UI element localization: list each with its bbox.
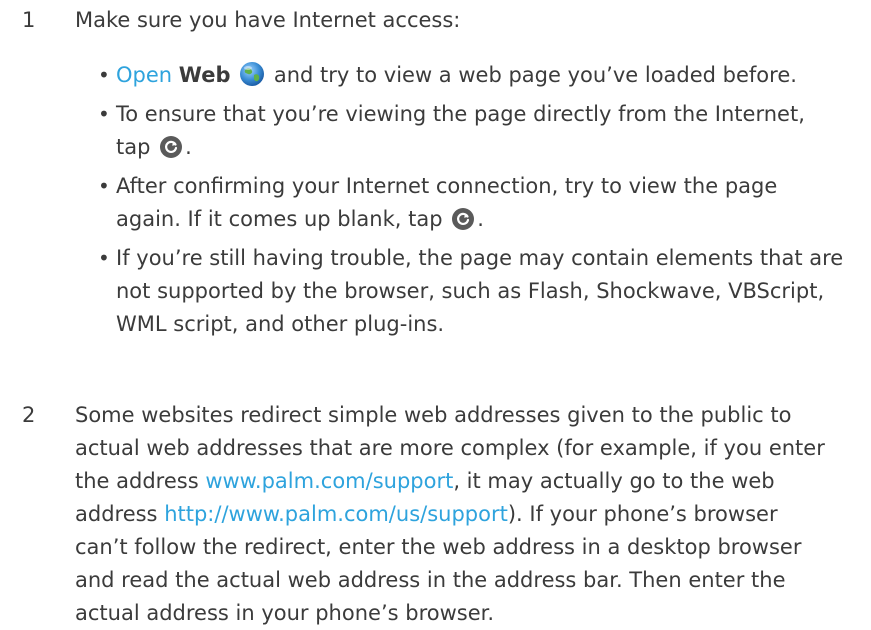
- refresh-icon: [159, 135, 183, 159]
- bullet-dot: •: [98, 174, 110, 198]
- paragraph-text: ). If your phone’s browser: [507, 502, 778, 526]
- open-link[interactable]: Open: [116, 63, 172, 87]
- paragraph-text: address: [75, 502, 165, 526]
- bullet-item: • Open Web and try to view a web page yo…: [98, 59, 850, 92]
- paragraph-text: can’t follow the redirect, enter the web…: [75, 535, 802, 559]
- support-link[interactable]: www.palm.com/support: [205, 469, 453, 493]
- bullet-dot: •: [98, 102, 110, 126]
- paragraph-text: actual address in your phone’s browser.: [75, 601, 495, 625]
- bullet-text-end: .: [185, 135, 192, 159]
- step-paragraph: Some websites redirect simple web addres…: [75, 399, 845, 630]
- bullet-dot: •: [98, 246, 110, 270]
- step-number: 2: [22, 403, 36, 427]
- bullet-text: To ensure that you’re viewing the page d…: [116, 102, 805, 126]
- step-text: Make sure you have Internet access:: [75, 8, 461, 32]
- step-1-bullet-list: • Open Web and try to view a web page yo…: [98, 59, 850, 347]
- bullet-item: • To ensure that you’re viewing the page…: [98, 98, 850, 164]
- bullet-text: not supported by the browser, such as Fl…: [116, 279, 825, 303]
- bullet-item: • If you’re still having trouble, the pa…: [98, 242, 850, 341]
- bullet-item: • After confirming your Internet connect…: [98, 170, 850, 236]
- help-page: 1 Make sure you have Internet access: • …: [0, 0, 871, 625]
- step-number: 1: [22, 8, 36, 32]
- paragraph-text: and read the actual web address in the a…: [75, 568, 786, 592]
- bullet-dot: •: [98, 63, 110, 87]
- us-support-link[interactable]: http://www.palm.com/us/support: [164, 502, 508, 526]
- paragraph-text: , it may actually go to the web: [453, 469, 775, 493]
- bullet-text-end: .: [477, 207, 484, 231]
- bullet-text: WML script, and other plug-ins.: [116, 312, 445, 336]
- refresh-icon: [451, 207, 475, 231]
- bullet-text: tap: [116, 135, 151, 159]
- globe-icon: [239, 61, 265, 87]
- paragraph-text: Some websites redirect simple web addres…: [75, 403, 792, 427]
- bullet-text: If you’re still having trouble, the page…: [116, 246, 844, 270]
- bullet-text: After confirming your Internet connectio…: [116, 174, 778, 198]
- web-app-label: Web: [178, 63, 231, 87]
- paragraph-text: actual web addresses that are more compl…: [75, 436, 825, 460]
- paragraph-text: the address: [75, 469, 206, 493]
- bullet-text: again. If it comes up blank, tap: [116, 207, 443, 231]
- bullet-text: and try to view a web page you’ve loaded…: [273, 63, 797, 87]
